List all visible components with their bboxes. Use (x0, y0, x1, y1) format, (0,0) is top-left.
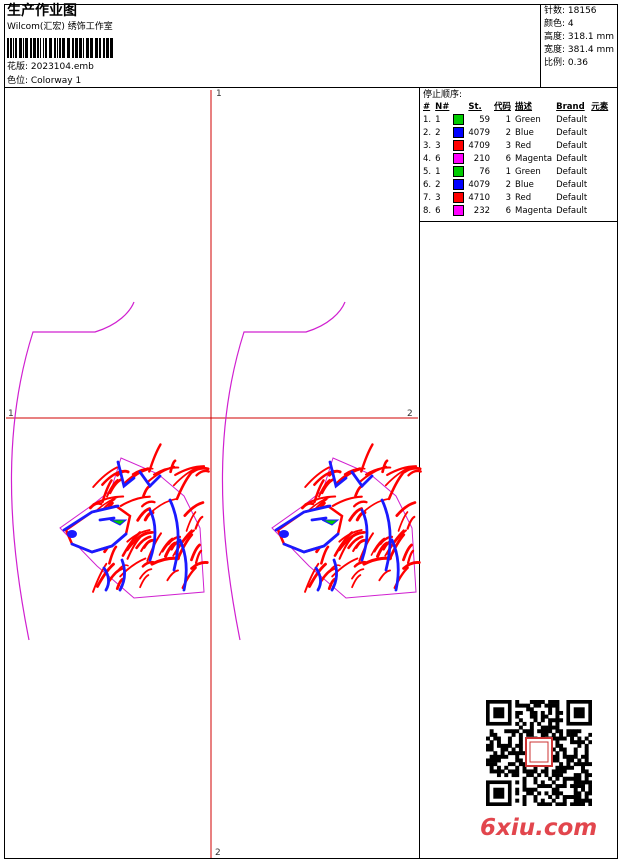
watermark-logo: 6xiu.com (480, 815, 598, 841)
axis-label-left: 1 (8, 409, 14, 419)
garment-outline-left (10, 301, 135, 641)
wolf-embroidery-right (271, 443, 422, 599)
qr-code (486, 700, 592, 806)
axis-label-right: 2 (407, 409, 413, 419)
wolf-embroidery-left (59, 443, 210, 599)
axis-label-bottom: 2 (215, 848, 221, 858)
garment-outline-right (221, 301, 346, 641)
axis-label-top: 1 (216, 89, 222, 99)
